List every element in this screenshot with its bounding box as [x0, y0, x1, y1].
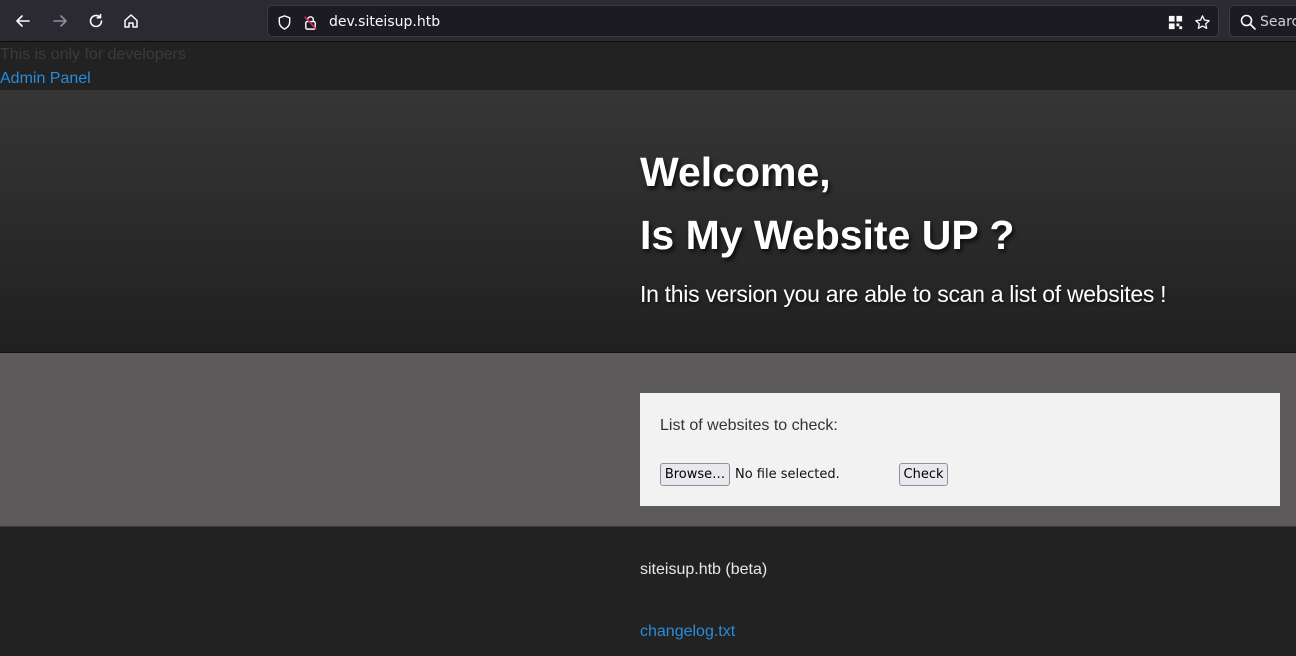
form-label: List of websites to check: — [660, 417, 838, 434]
check-button[interactable]: Check — [899, 463, 948, 486]
hero-section: Welcome, Is My Website UP ? In this vers… — [0, 90, 1296, 353]
address-bar[interactable]: dev.siteisup.htb — [267, 5, 1219, 37]
back-button[interactable] — [9, 7, 37, 35]
browser-toolbar: dev.siteisup.htb Search — [0, 0, 1296, 42]
page-content: This is only for developers Admin Panel … — [0, 42, 1296, 656]
hero-subtitle: In this version you are able to scan a l… — [640, 281, 1167, 307]
browse-button[interactable]: Browse… — [660, 463, 730, 486]
url-text[interactable]: dev.siteisup.htb — [329, 12, 440, 32]
search-icon — [1239, 13, 1257, 31]
home-button[interactable] — [117, 7, 145, 35]
upload-form: List of websites to check: Browse… No fi… — [640, 393, 1280, 506]
form-band: List of websites to check: Browse… No fi… — [0, 353, 1296, 527]
footer-brand: siteisup.htb (beta) — [640, 561, 768, 578]
forward-arrow-icon — [53, 15, 67, 27]
changelog-link[interactable]: changelog.txt — [640, 623, 735, 641]
insecure-lock-icon[interactable] — [301, 13, 319, 31]
search-bar[interactable]: Search — [1229, 5, 1296, 37]
developer-note: This is only for developers — [0, 46, 186, 63]
forward-button[interactable] — [46, 7, 74, 35]
footer: siteisup.htb (beta) changelog.txt — [0, 527, 1296, 656]
tracking-shield-icon[interactable] — [275, 13, 293, 31]
search-placeholder: Search — [1260, 14, 1296, 30]
reload-icon — [89, 13, 103, 28]
home-icon — [124, 14, 138, 28]
reload-button[interactable] — [82, 7, 110, 35]
back-arrow-icon — [16, 15, 30, 27]
qr-code-icon[interactable] — [1166, 13, 1184, 31]
admin-panel-link[interactable]: Admin Panel — [0, 70, 91, 88]
welcome-heading: Welcome, — [640, 149, 831, 195]
bookmark-star-icon[interactable] — [1193, 13, 1211, 31]
file-status: No file selected. — [735, 467, 840, 482]
site-title-heading: Is My Website UP ? — [640, 212, 1015, 258]
